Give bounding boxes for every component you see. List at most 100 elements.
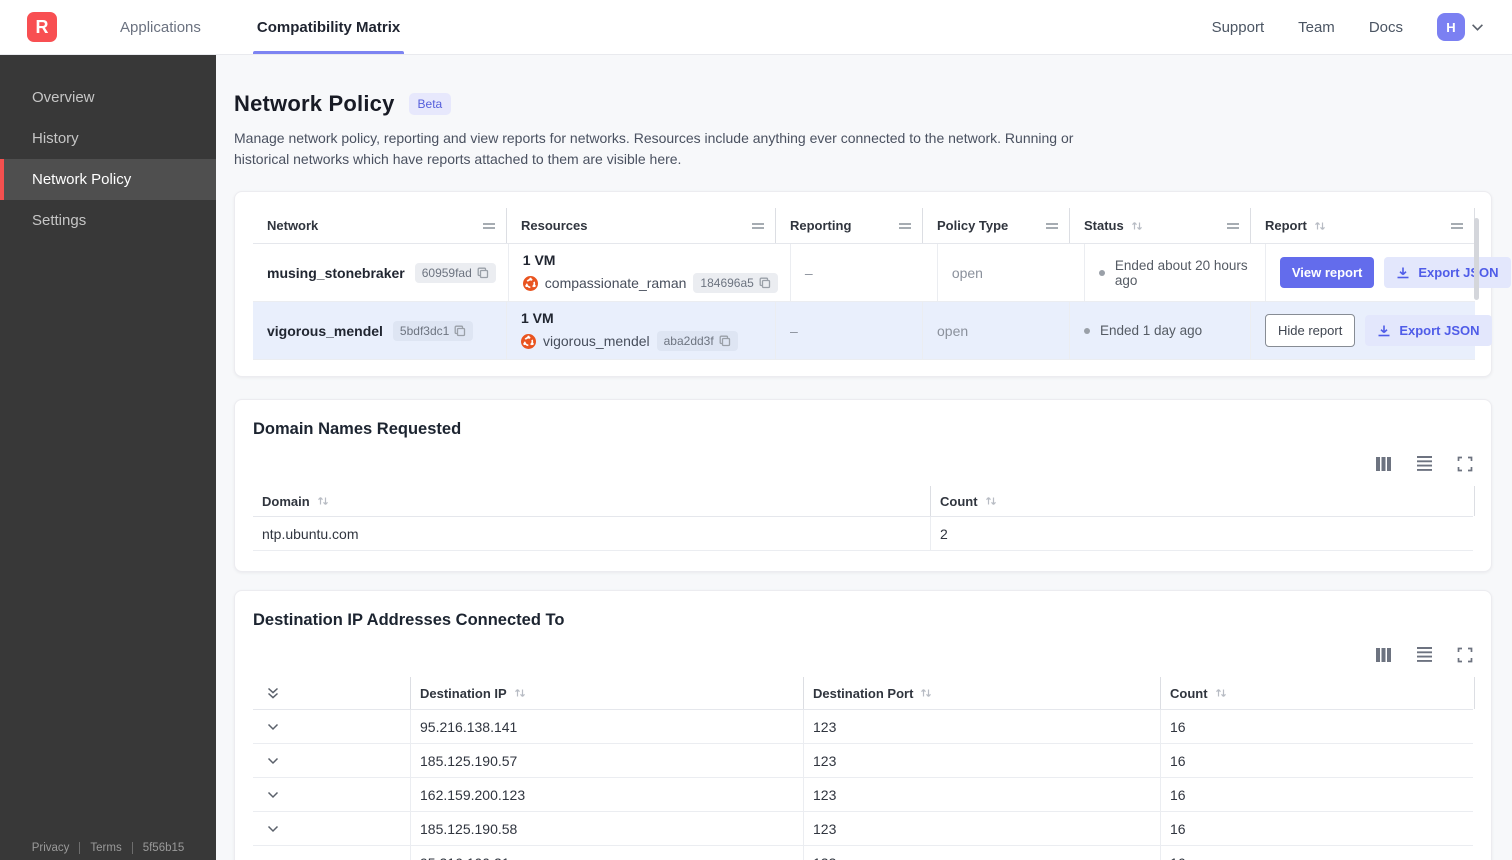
app-logo[interactable]: R (27, 12, 57, 42)
user-menu[interactable]: H (1437, 13, 1484, 41)
cell-network: vigorous_mendel 5bdf3dc1 (253, 302, 506, 359)
col-label: Resources (521, 218, 588, 233)
sort-icon[interactable] (1314, 220, 1326, 232)
destination-ip-card: Destination IP Addresses Connected To De… (234, 590, 1492, 860)
col-header-domain[interactable]: Domain (253, 486, 930, 516)
sidebar-item-network-policy[interactable]: Network Policy (0, 159, 216, 200)
copy-icon[interactable] (454, 325, 466, 337)
main-content: Network Policy Beta Manage network polic… (216, 55, 1512, 860)
fullscreen-icon[interactable] (1457, 647, 1473, 663)
column-resize-icon[interactable] (1045, 221, 1059, 231)
avatar[interactable]: H (1437, 13, 1465, 41)
vm-count: 1 VM (521, 310, 554, 326)
link-team[interactable]: Team (1298, 19, 1335, 36)
col-header-status[interactable]: Status (1069, 208, 1250, 243)
cell-policy-type: open (936, 244, 1084, 301)
cell-destination-ip: 162.159.200.123 (410, 778, 803, 811)
sort-icon[interactable] (1215, 687, 1227, 699)
row-expander[interactable] (253, 812, 410, 845)
hide-report-button[interactable]: Hide report (1265, 314, 1356, 347)
link-support[interactable]: Support (1212, 19, 1265, 36)
columns-icon[interactable] (1375, 647, 1392, 663)
copy-icon[interactable] (759, 277, 771, 289)
sidebar-nav: Overview History Network Policy Settings (0, 55, 216, 241)
rows-density-icon[interactable] (1416, 646, 1433, 663)
export-json-button[interactable]: Export JSON (1384, 257, 1511, 288)
col-label: Status (1084, 218, 1124, 233)
beta-badge: Beta (408, 93, 452, 115)
chevron-down-icon (1471, 22, 1484, 32)
col-header-destination-port[interactable]: Destination Port (803, 677, 1160, 709)
sidebar-item-overview[interactable]: Overview (0, 77, 216, 118)
cell-count: 16 (1160, 812, 1475, 845)
col-header-reporting[interactable]: Reporting (775, 208, 922, 243)
domain-row[interactable]: ntp.ubuntu.com 2 (253, 517, 1473, 551)
column-resize-icon[interactable] (482, 221, 496, 231)
sort-icon[interactable] (1131, 220, 1143, 232)
col-header-resources[interactable]: Resources (506, 208, 775, 243)
dest-ip-row[interactable]: 185.125.190.57 123 16 (253, 744, 1473, 778)
double-chevron-down-icon[interactable] (267, 687, 279, 699)
rows-density-icon[interactable] (1416, 455, 1433, 472)
dest-ip-table: Destination IP Destination Port Count 95… (253, 677, 1475, 860)
sort-icon[interactable] (317, 495, 329, 507)
col-label: Destination IP (420, 685, 507, 701)
cell-count: 16 (1160, 846, 1475, 860)
copy-icon[interactable] (719, 335, 731, 347)
row-expander[interactable] (253, 710, 410, 743)
cell-destination-port: 123 (803, 710, 1160, 743)
dest-ip-row[interactable]: 95.216.100.21 123 16 (253, 846, 1473, 860)
column-resize-icon[interactable] (751, 221, 765, 231)
col-label: Network (267, 218, 319, 233)
columns-icon[interactable] (1375, 456, 1392, 472)
status-dot (1084, 327, 1090, 334)
row-expander[interactable] (253, 744, 410, 777)
sort-icon[interactable] (920, 687, 932, 699)
networks-card: Network Resources Reporting Policy Type (234, 191, 1511, 377)
vm-id-badge: 184696a5 (693, 273, 778, 293)
link-docs[interactable]: Docs (1369, 19, 1403, 36)
col-header-count[interactable]: Count (1160, 677, 1475, 709)
dest-ip-row[interactable]: 162.159.200.123 123 16 (253, 778, 1473, 812)
col-header-report[interactable]: Report (1250, 208, 1475, 243)
vm-id-badge: aba2dd3f (656, 331, 738, 351)
network-row[interactable]: musing_stonebraker 60959fad 1 VM compass… (253, 244, 1511, 302)
col-header-policy-type[interactable]: Policy Type (922, 208, 1069, 243)
cell-destination-ip: 95.216.138.141 (410, 710, 803, 743)
privacy-link[interactable]: Privacy (32, 842, 70, 854)
cell-count: 16 (1160, 710, 1475, 743)
sidebar-item-history[interactable]: History (0, 118, 216, 159)
page-description: Manage network policy, reporting and vie… (234, 130, 1074, 167)
vm-name: vigorous_mendel (543, 333, 650, 349)
export-json-button[interactable]: Export JSON (1365, 315, 1492, 346)
network-row-selected[interactable]: vigorous_mendel 5bdf3dc1 1 VM vigorous_m… (253, 302, 1492, 360)
column-resize-icon[interactable] (1450, 221, 1464, 231)
cell-destination-ip: 185.125.190.58 (410, 812, 803, 845)
sort-icon[interactable] (514, 687, 526, 699)
sort-icon[interactable] (985, 495, 997, 507)
sidebar-item-settings[interactable]: Settings (0, 200, 216, 241)
col-label: Count (940, 493, 978, 509)
fullscreen-icon[interactable] (1457, 456, 1473, 472)
dest-ip-row[interactable]: 185.125.190.58 123 16 (253, 812, 1473, 846)
export-label: Export JSON (1399, 323, 1480, 338)
table-toolbar (253, 646, 1473, 663)
column-resize-icon[interactable] (898, 221, 912, 231)
dest-ip-row[interactable]: 95.216.138.141 123 16 (253, 710, 1473, 744)
view-report-button[interactable]: View report (1279, 257, 1375, 288)
terms-link[interactable]: Terms (90, 842, 121, 854)
row-expander[interactable] (253, 846, 410, 860)
col-header-destination-ip[interactable]: Destination IP (410, 677, 803, 709)
cell-status: Ended 1 day ago (1069, 302, 1250, 359)
col-header-network[interactable]: Network (253, 208, 506, 243)
tab-compatibility-matrix[interactable]: Compatibility Matrix (229, 0, 428, 54)
table-scrollbar[interactable] (1474, 218, 1479, 300)
copy-icon[interactable] (477, 267, 489, 279)
tab-applications[interactable]: Applications (92, 0, 229, 54)
column-resize-icon[interactable] (1226, 221, 1240, 231)
cell-destination-port: 123 (803, 778, 1160, 811)
expand-all-header[interactable] (253, 677, 410, 709)
domain-table-header: Domain Count (253, 486, 1475, 517)
col-header-count[interactable]: Count (930, 486, 1475, 516)
row-expander[interactable] (253, 778, 410, 811)
